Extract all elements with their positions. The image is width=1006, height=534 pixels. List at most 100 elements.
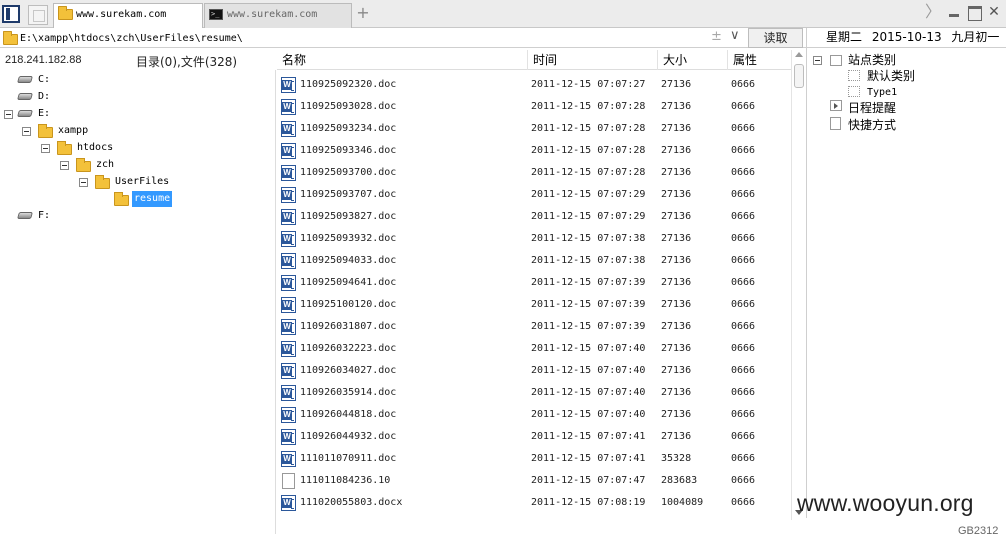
file-row[interactable]: 110925093707.doc 2011-12-15 07:07:29 27136… bbox=[277, 184, 791, 206]
file-row[interactable]: 111020055803.docx 2011-12-15 07:08:19 1004… bbox=[277, 492, 791, 514]
file-row[interactable]: 110925093827.doc 2011-12-15 07:07:29 27136… bbox=[277, 206, 791, 228]
file-icon bbox=[282, 473, 295, 489]
read-button[interactable]: 读取 bbox=[748, 28, 803, 48]
schedule-node[interactable]: 日程提醒 bbox=[848, 100, 896, 116]
path-input[interactable] bbox=[20, 30, 700, 46]
file-row[interactable]: 110925093346.doc 2011-12-15 07:07:28 27136… bbox=[277, 140, 791, 162]
shortcuts-node[interactable]: 快捷方式 bbox=[848, 117, 896, 133]
bookmark-panel: 站点类别 默认类别 Type1 日程提醒 快捷方式 bbox=[806, 48, 1006, 518]
close-button[interactable]: ✕ bbox=[985, 3, 1003, 21]
file-row[interactable]: 110925093234.doc 2011-12-15 07:07:28 27136… bbox=[277, 118, 791, 140]
folder-icon bbox=[114, 192, 129, 206]
default-category-node[interactable]: 默认类别 bbox=[867, 68, 915, 84]
site-category-node[interactable]: 站点类别 bbox=[848, 52, 896, 68]
tree-node-resume[interactable]: resume bbox=[0, 191, 270, 207]
file-row[interactable]: 110925093028.doc 2011-12-15 07:07:28 27136… bbox=[277, 96, 791, 118]
tab-label: www.surekam.com bbox=[227, 9, 318, 20]
file-attr: 0666 bbox=[731, 497, 756, 508]
tree-node-e[interactable]: E: bbox=[0, 106, 270, 122]
tree-node-xampp[interactable]: xampp bbox=[0, 123, 270, 139]
file-row[interactable]: 110926032223.doc 2011-12-15 07:07:40 27136… bbox=[277, 338, 791, 360]
file-time: 2011-12-15 07:07:41 bbox=[531, 453, 646, 464]
file-time: 2011-12-15 07:07:38 bbox=[531, 233, 646, 244]
tree-node-f[interactable]: F: bbox=[0, 208, 270, 224]
type1-node[interactable]: Type1 bbox=[867, 85, 897, 101]
file-size: 283683 bbox=[661, 475, 698, 486]
drive-icon bbox=[17, 212, 33, 219]
file-row[interactable]: 111011070911.doc 2011-12-15 07:07:41 35328… bbox=[277, 448, 791, 470]
file-name: 110925093707.doc bbox=[300, 189, 397, 200]
file-row[interactable]: 110925100120.doc 2011-12-15 07:07:39 27136… bbox=[277, 294, 791, 316]
file-row[interactable]: 110925093700.doc 2011-12-15 07:07:28 27136… bbox=[277, 162, 791, 184]
server-ip: 218.241.182.88 bbox=[5, 54, 82, 66]
file-name: 110925093234.doc bbox=[300, 123, 397, 134]
tab-bar: www.surekam.com >_ www.surekam.com + 〉 ✕ bbox=[0, 0, 1006, 28]
collapse-site-category-icon[interactable] bbox=[813, 56, 822, 65]
file-row[interactable]: 111011084236.10 2011-12-15 07:07:47 283683… bbox=[277, 470, 791, 492]
tree-node-zch[interactable]: zch bbox=[0, 157, 270, 173]
file-time: 2011-12-15 07:07:39 bbox=[531, 299, 646, 310]
file-row[interactable]: 110926044932.doc 2011-12-15 07:07:41 27136… bbox=[277, 426, 791, 448]
file-row[interactable]: 110925094033.doc 2011-12-15 07:07:38 27136… bbox=[277, 250, 791, 272]
new-tab-button[interactable]: + bbox=[355, 3, 371, 23]
minimize-button[interactable] bbox=[945, 3, 963, 21]
collapse-icon[interactable] bbox=[4, 110, 13, 119]
tree-node-c[interactable]: C: bbox=[0, 72, 270, 88]
collapse-icon[interactable] bbox=[79, 178, 88, 187]
tree-node-label: htdocs bbox=[77, 142, 114, 153]
column-header-time[interactable]: 时间 bbox=[527, 50, 657, 70]
file-time: 2011-12-15 07:07:27 bbox=[531, 79, 646, 90]
scroll-thumb[interactable] bbox=[794, 64, 804, 88]
file-size: 27136 bbox=[661, 79, 692, 90]
file-list-scrollbar[interactable] bbox=[791, 50, 806, 520]
file-attr: 0666 bbox=[731, 321, 756, 332]
shortcut-icon bbox=[830, 117, 841, 130]
tab-surekam-terminal[interactable]: >_ www.surekam.com bbox=[204, 3, 352, 28]
file-attr: 0666 bbox=[731, 299, 756, 310]
chevron-down-icon[interactable]: ∨ bbox=[730, 28, 740, 43]
collapse-icon[interactable] bbox=[60, 161, 69, 170]
column-header-attr[interactable]: 属性 bbox=[727, 50, 791, 70]
file-attr: 0666 bbox=[731, 211, 756, 222]
file-row[interactable]: 110926034027.doc 2011-12-15 07:07:40 27136… bbox=[277, 360, 791, 382]
file-size: 27136 bbox=[661, 189, 692, 200]
file-time: 2011-12-15 07:07:29 bbox=[531, 189, 646, 200]
collapse-icon[interactable] bbox=[41, 144, 50, 153]
file-name: 110925094641.doc bbox=[300, 277, 397, 288]
tab-surekam-files[interactable]: www.surekam.com bbox=[53, 3, 203, 28]
collapse-icon[interactable] bbox=[22, 127, 31, 136]
word-doc-icon bbox=[281, 429, 296, 445]
tree-node-label: zch bbox=[96, 159, 115, 170]
address-bar: ± ∨ bbox=[0, 28, 806, 48]
tree-node-htdocs[interactable]: htdocs bbox=[0, 140, 270, 156]
column-header-size[interactable]: 大小 bbox=[657, 50, 727, 70]
file-time: 2011-12-15 07:07:40 bbox=[531, 387, 646, 398]
column-header-name[interactable]: 名称 bbox=[277, 50, 527, 70]
file-row[interactable]: 110925092320.doc 2011-12-15 07:07:27 27136… bbox=[277, 74, 791, 96]
word-doc-icon bbox=[281, 187, 296, 203]
file-size: 27136 bbox=[661, 123, 692, 134]
file-time: 2011-12-15 07:07:38 bbox=[531, 255, 646, 266]
tree-node-userfiles[interactable]: UserFiles bbox=[0, 174, 270, 190]
word-doc-icon bbox=[281, 319, 296, 335]
folder-icon bbox=[76, 158, 91, 172]
file-name: 110926031807.doc bbox=[300, 321, 397, 332]
blank-tab-icon[interactable] bbox=[28, 5, 48, 25]
word-doc-icon bbox=[281, 495, 296, 511]
terminal-icon: >_ bbox=[209, 9, 223, 20]
default-category-icon bbox=[848, 70, 860, 81]
chevron-right-icon[interactable]: 〉 bbox=[924, 3, 942, 21]
maximize-button[interactable] bbox=[965, 3, 983, 21]
file-row[interactable]: 110925093932.doc 2011-12-15 07:07:38 27136… bbox=[277, 228, 791, 250]
clear-path-icon[interactable]: ± bbox=[711, 29, 722, 44]
file-time: 2011-12-15 07:07:40 bbox=[531, 343, 646, 354]
file-row[interactable]: 110926044818.doc 2011-12-15 07:07:40 27136… bbox=[277, 404, 791, 426]
file-row[interactable]: 110926031807.doc 2011-12-15 07:07:39 27136… bbox=[277, 316, 791, 338]
file-row[interactable]: 110925094641.doc 2011-12-15 07:07:39 27136… bbox=[277, 272, 791, 294]
scroll-up-icon[interactable] bbox=[795, 52, 803, 57]
weekday: 星期二 bbox=[826, 30, 863, 44]
tree-node-d[interactable]: D: bbox=[0, 89, 270, 105]
app-logo-icon[interactable] bbox=[2, 5, 20, 23]
encoding-label: GB2312 bbox=[958, 525, 999, 534]
file-row[interactable]: 110926035914.doc 2011-12-15 07:07:40 27136… bbox=[277, 382, 791, 404]
